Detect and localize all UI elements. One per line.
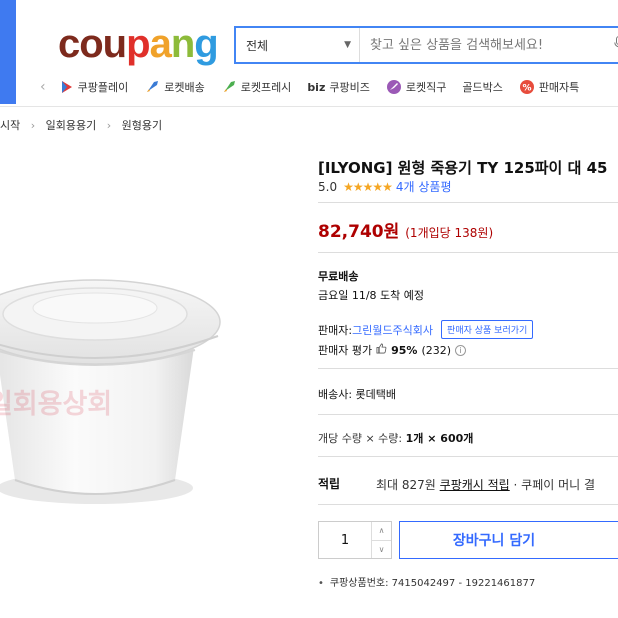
divider	[318, 202, 618, 203]
quantity-info-value: 1개 × 600개	[405, 432, 474, 445]
unit-price: (1개입당 138원)	[405, 226, 494, 240]
seller-rating-label: 판매자 평가	[318, 344, 373, 357]
breadcrumb-item[interactable]: 원형용기	[122, 119, 162, 132]
add-to-cart-button[interactable]: 장바구니 담기	[399, 521, 618, 559]
logo-part: p	[126, 22, 150, 66]
increment-icon[interactable]: ∧	[372, 522, 391, 541]
seller-info: 판매자: 그린월드주식회사 판매자 상품 보러가기	[318, 320, 534, 339]
left-edge-bar	[0, 0, 16, 104]
seller-rating: 판매자 평가 95% (232) i	[318, 342, 467, 358]
header-divider	[0, 106, 618, 107]
play-icon	[58, 79, 74, 95]
reward-suffix: · 쿠페이 머니 결	[509, 478, 596, 492]
quantity-value[interactable]: 1	[319, 522, 371, 558]
reward-prefix: 최대 827원	[376, 478, 440, 492]
info-icon[interactable]: i	[455, 344, 467, 356]
logo-part: n	[170, 22, 195, 66]
nav-item-label: 로켓직구	[405, 81, 447, 94]
chevron-right-icon: ›	[30, 119, 36, 132]
product-number: 쿠팡상품번호: 7415042497 - 19221461877	[318, 574, 535, 589]
seller-rating-count: (232)	[421, 343, 452, 357]
svg-text:%: %	[522, 84, 531, 94]
shipping-label: 무료배송	[318, 270, 359, 283]
nav-item-label: 로켓프레시	[240, 81, 292, 94]
microphone-icon[interactable]	[614, 36, 618, 54]
chevron-down-icon: ▼	[344, 40, 351, 50]
nav-item-rocket-global[interactable]: 로켓직구	[386, 79, 446, 95]
chevron-left-icon[interactable]: ‹	[40, 79, 46, 95]
percent-icon: %	[519, 79, 535, 95]
divider	[318, 252, 618, 253]
nav-item-label: 골드박스	[462, 81, 503, 94]
logo-part: a	[149, 22, 172, 66]
rating-value: 5.0	[318, 179, 338, 194]
price: 82,740원	[318, 222, 400, 242]
reward-label: 적립	[318, 477, 341, 491]
seller-rating-percent: 95%	[391, 343, 418, 357]
nav-item-label: 로켓배송	[164, 81, 205, 94]
seller-label: 판매자:	[318, 323, 353, 337]
nav-item-goldbox[interactable]: 골드박스	[462, 79, 502, 95]
quantity-steps: ∧ ∨	[371, 522, 391, 558]
rocket-fresh-icon	[221, 79, 237, 95]
thumbs-up-icon	[376, 343, 387, 357]
decrement-icon[interactable]: ∨	[372, 541, 391, 559]
arrival-date: 금요일 11/8 도착 예정	[318, 289, 425, 302]
breadcrumb-item[interactable]: 시작	[0, 119, 20, 132]
divider	[318, 456, 618, 457]
nav-item-coupang-biz[interactable]: biz 쿠팡비즈	[307, 79, 370, 95]
reward-text: 최대 827원 쿠팡캐시 적립 · 쿠페이 머니 결	[376, 476, 618, 493]
seller-name-link[interactable]: 그린월드주식회사	[352, 322, 433, 338]
search-bar: 전체 ▼	[234, 26, 618, 64]
chevron-right-icon: ›	[106, 119, 112, 132]
divider	[318, 414, 618, 415]
nav-item-rocket-fresh[interactable]: 로켓프레시	[221, 79, 292, 95]
carrier-info: 배송사: 롯데택배	[318, 388, 397, 401]
review-count-link[interactable]: 4개 상품평	[396, 178, 452, 195]
coupang-cash-link[interactable]: 쿠팡캐시 적립	[440, 478, 510, 492]
breadcrumb-item[interactable]: 일회용용기	[46, 119, 97, 132]
nav-item-seller-special[interactable]: % 판매자특	[519, 79, 579, 95]
star-rating-icon: ★★★★★	[343, 179, 393, 194]
quantity-stepper[interactable]: 1 ∧ ∨	[318, 521, 392, 559]
search-category-label: 전체	[246, 38, 269, 53]
rocket-icon	[144, 79, 160, 95]
nav-item-label: 판매자특	[538, 81, 580, 94]
product-title: [ILYONG] 원형 죽용기 TY 125파이 대 45	[318, 159, 608, 177]
nav-item-rocket-delivery[interactable]: 로켓배송	[144, 79, 205, 95]
divider	[318, 368, 618, 369]
watermark: 일회용상회	[0, 389, 113, 420]
biz-icon: biz	[307, 80, 326, 94]
logo-part: g	[194, 22, 218, 66]
price-block: 82,740원 (1개입당 138원)	[318, 217, 493, 242]
product-image[interactable]: 일회용상회	[0, 240, 230, 510]
search-input[interactable]	[360, 28, 614, 62]
divider	[318, 504, 618, 505]
product-rating: 5.0 ★★★★★ 4개 상품평	[318, 178, 452, 195]
quantity-info-label: 개당 수량 × 수량:	[318, 432, 403, 445]
search-category-select[interactable]: 전체 ▼	[236, 28, 360, 62]
seller-products-button[interactable]: 판매자 상품 보러가기	[441, 320, 534, 339]
nav-item-coupang-play[interactable]: 쿠팡플레이	[58, 79, 129, 95]
nav-item-label: 쿠팡비즈	[329, 81, 370, 94]
quantity-info: 개당 수량 × 수량: 1개 × 600개	[318, 430, 473, 446]
nav-item-label: 쿠팡플레이	[77, 81, 129, 94]
category-nav: ‹ 쿠팡플레이 로켓배송 로켓프레시 biz 쿠팡비즈 로켓직구 골드박스 % …	[40, 76, 595, 98]
logo-part: cou	[58, 22, 127, 66]
globe-icon	[386, 79, 402, 95]
breadcrumb: 시작 › 일회용용기 › 원형용기	[0, 117, 162, 133]
coupang-logo[interactable]: coupang	[58, 22, 219, 67]
